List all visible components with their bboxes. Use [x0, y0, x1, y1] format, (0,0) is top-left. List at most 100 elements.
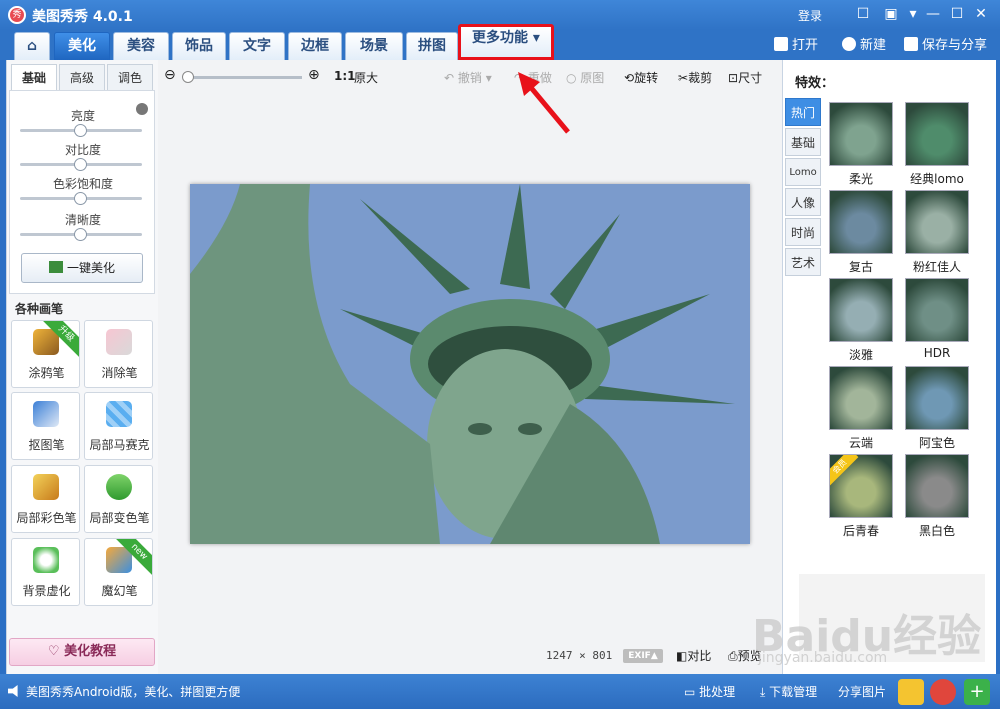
effect-thumbnail: [829, 102, 893, 166]
tab-scene[interactable]: 场景: [345, 32, 403, 60]
brush-label: 魔幻笔: [101, 584, 138, 598]
magic-brush-button[interactable]: new 魔幻笔: [84, 538, 153, 606]
minimize-icon[interactable]: —: [922, 4, 944, 24]
tab-more-features[interactable]: 更多功能 ▾: [458, 24, 554, 60]
canvas-toolbar: ⊖ ⊕ 1:1 原大 ↶ 撤销 ▾ ↷ 重做 ○ 原图 ⟲旋转 ✂裁剪 ⊡尺寸: [158, 60, 782, 94]
effect-tab-basic[interactable]: 基础: [785, 128, 821, 156]
skin-icon[interactable]: ▣: [880, 4, 902, 24]
weibo-icon[interactable]: [930, 679, 956, 705]
one-click-beautify-button[interactable]: 一键美化: [21, 253, 143, 283]
rotate-button[interactable]: ⟲旋转: [624, 69, 658, 86]
close-icon[interactable]: ✕: [970, 4, 992, 24]
add-icon[interactable]: +: [964, 679, 990, 705]
effect-label: 阿宝色: [918, 436, 955, 450]
original-image-button[interactable]: ○ 原图: [566, 69, 604, 86]
tab-beautify[interactable]: 美化: [54, 32, 110, 60]
effect-item[interactable]: 柔光: [829, 102, 893, 186]
tab-collage[interactable]: 拼图: [406, 32, 458, 60]
effect-item[interactable]: 云端: [829, 366, 893, 450]
share-image-button[interactable]: 分享图片: [838, 683, 886, 700]
star-icon[interactable]: [898, 679, 924, 705]
contrast-slider[interactable]: [20, 158, 142, 171]
effect-tab-art[interactable]: 艺术: [785, 248, 821, 276]
tab-skin[interactable]: 美容: [113, 32, 169, 60]
effect-tab-fashion[interactable]: 时尚: [785, 218, 821, 246]
redo-button[interactable]: ↷ 重做: [514, 69, 552, 86]
zoom-slider[interactable]: [182, 71, 302, 83]
effect-thumbnail: [905, 454, 969, 518]
actual-size-ratio[interactable]: 1:1: [334, 69, 356, 83]
local-color-brush-button[interactable]: 局部彩色笔: [11, 465, 80, 533]
effect-tab-portrait[interactable]: 人像: [785, 188, 821, 216]
effect-item[interactable]: HDR: [905, 278, 969, 362]
effect-label: 柔光: [848, 172, 873, 186]
batch-process-button[interactable]: ▭ 批处理: [684, 683, 735, 700]
status-message[interactable]: 美图秀秀Android版，美化、拼图更方便: [26, 683, 240, 700]
mosaic-brush-button[interactable]: 局部马赛克: [84, 392, 153, 460]
download-manager-button[interactable]: ⤓ 下载管理: [760, 683, 817, 700]
zoom-out-icon[interactable]: ⊖: [164, 67, 176, 83]
slider-knob[interactable]: [74, 124, 87, 137]
compare-button[interactable]: ◧对比: [676, 647, 711, 664]
effect-item[interactable]: 经典lomo: [905, 102, 969, 186]
slider-knob[interactable]: [74, 192, 87, 205]
message-icon[interactable]: ☐: [852, 4, 874, 24]
doodle-brush-button[interactable]: 升级 涂鸦笔: [11, 320, 80, 388]
eraser-brush-button[interactable]: 消除笔: [84, 320, 153, 388]
rotate-icon: ⟲: [624, 71, 635, 85]
sharpness-label: 清晰度: [64, 213, 101, 227]
effect-item[interactable]: 会员 后青春: [829, 454, 893, 538]
effect-item[interactable]: 复古: [829, 190, 893, 274]
new-button[interactable]: 新建: [842, 35, 886, 57]
tab-frame[interactable]: 边框: [288, 32, 342, 60]
subtab-color[interactable]: 调色: [107, 64, 153, 90]
effect-label: 黑白色: [918, 524, 955, 538]
effect-tab-lomo[interactable]: Lomo: [785, 158, 821, 186]
saturation-slider[interactable]: [20, 192, 142, 205]
color-change-brush-button[interactable]: 局部变色笔: [84, 465, 153, 533]
maximize-icon[interactable]: ☐: [946, 4, 968, 24]
brushes-title: 各种画笔: [15, 302, 64, 316]
subtab-basic[interactable]: 基础: [11, 64, 57, 90]
effect-item[interactable]: 黑白色: [905, 454, 969, 538]
subtab-advanced[interactable]: 高级: [59, 64, 105, 90]
beautify-tutorial-button[interactable]: ♡ 美化教程: [9, 638, 155, 666]
brightness-slider[interactable]: [20, 124, 142, 137]
brush-label: 局部彩色笔: [16, 511, 77, 525]
slider-knob[interactable]: [74, 228, 87, 241]
effects-title: 特效：: [795, 76, 835, 91]
beautify-icon: [48, 261, 63, 273]
eraser-icon: [106, 329, 132, 355]
exif-button[interactable]: EXIF▲: [623, 649, 663, 663]
zoom-in-icon[interactable]: ⊕: [308, 67, 320, 83]
saturation-label: 色彩饱和度: [52, 177, 113, 191]
slider-knob[interactable]: [74, 158, 87, 171]
blur-icon: [33, 547, 59, 573]
effect-tab-popular[interactable]: 热门: [785, 98, 821, 126]
home-tab[interactable]: ⌂: [14, 32, 50, 60]
effect-label: 云端: [848, 436, 873, 450]
sharpness-slider[interactable]: [20, 228, 142, 241]
tab-text[interactable]: 文字: [229, 32, 285, 60]
effect-item[interactable]: 阿宝色: [905, 366, 969, 450]
brush-label: 背景虚化: [22, 584, 71, 598]
login-link[interactable]: 登录: [798, 7, 822, 24]
tab-decor[interactable]: 饰品: [172, 32, 226, 60]
mosaic-icon: [106, 401, 132, 427]
original-size-button[interactable]: 原大: [354, 69, 378, 86]
effect-thumbnail: [829, 366, 893, 430]
zoom-knob[interactable]: [182, 71, 194, 83]
undo-button[interactable]: ↶ 撤销 ▾: [444, 69, 492, 86]
resize-button[interactable]: ⊡尺寸: [728, 69, 762, 86]
open-button[interactable]: 打开: [774, 35, 818, 57]
save-share-button[interactable]: 保存与分享: [904, 35, 987, 57]
edited-photo[interactable]: [190, 184, 750, 544]
preview-icon: ⎙: [728, 649, 738, 663]
crop-button[interactable]: ✂裁剪: [678, 69, 712, 86]
left-panel: 基础 高级 调色 亮度 对比度 色彩饱和度 清晰度 一键美化 各种画笔 升级 涂…: [6, 60, 158, 674]
background-blur-button[interactable]: 背景虚化: [11, 538, 80, 606]
effect-item[interactable]: 粉红佳人: [905, 190, 969, 274]
effect-item[interactable]: 淡雅: [829, 278, 893, 362]
menu-icon[interactable]: ▾: [902, 4, 924, 24]
cutout-brush-button[interactable]: 抠图笔: [11, 392, 80, 460]
